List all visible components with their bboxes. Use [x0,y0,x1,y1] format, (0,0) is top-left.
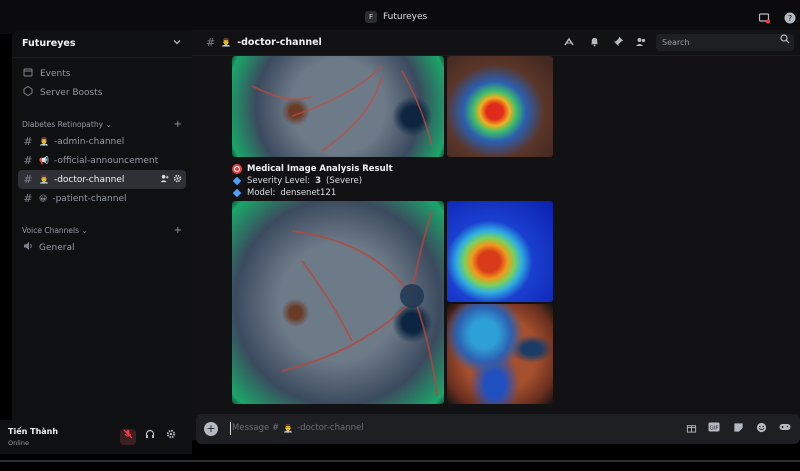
fundus-image[interactable] [232,56,444,157]
nav-item-server-boosts[interactable]: Server Boosts [12,83,192,102]
emoji-icon[interactable] [754,422,768,436]
user-name[interactable]: Tiến Thành [8,427,58,436]
doctor-emoji-icon: 👨‍⚕️ [221,38,232,47]
upload-plus-icon[interactable]: + [204,422,218,436]
heatmap-overlay-fundus-image[interactable] [447,304,553,404]
channel-doctor[interactable]: # 👨‍⚕️ -doctor-channel [18,170,186,189]
pin-icon[interactable] [611,36,625,50]
svg-text:GIF: GIF [709,426,718,432]
svg-text:?: ? [788,14,792,23]
mute-mic-icon[interactable] [120,429,136,445]
severity-label: Severity Level: [247,176,311,186]
model-label: Model: [247,188,276,198]
category-label: Diabetes Retinopathy ⌄ [22,119,112,129]
help-icon[interactable]: ? [784,12,796,24]
doctor-emoji-icon: 👨‍⚕️ [39,175,49,184]
server-name: Futureyes [22,38,76,49]
nav-item-events[interactable]: Events [12,64,192,83]
sticker-icon[interactable] [731,422,745,436]
heatmap-overlay-image[interactable] [447,56,553,157]
bottom-bar [0,454,800,471]
calendar-icon [22,67,34,80]
channel-label: -official-announcement [53,155,159,166]
target-icon [232,164,242,174]
title-bar: F Futureyes ? [0,0,800,34]
threads-icon[interactable] [562,36,576,50]
app-icon: F [365,11,377,23]
speaker-icon [22,241,34,254]
add-channel-icon[interactable]: + [174,225,182,236]
channel-official-announcement[interactable]: # 📢 -official-announcement [18,151,186,170]
severity-value: 3 [315,176,322,186]
channel-label: -patient-channel [52,193,127,204]
scroll-strip [0,460,800,462]
fundus-image-large[interactable] [232,201,444,404]
app-title-text: Futureyes [383,12,428,22]
channel-title: -doctor-channel [237,37,322,48]
text-channel-icon: # [23,135,33,148]
megaphone-emoji-icon: 📢 [39,156,49,165]
headphones-icon[interactable] [142,429,158,445]
doctor-emoji-icon: 👨‍⚕️ [283,423,294,433]
server-header[interactable]: Futureyes [12,30,192,58]
search-input[interactable]: Search [656,34,794,51]
nav-item-label: Server Boosts [40,87,103,98]
app-title: F Futureyes [365,11,427,23]
bell-icon[interactable] [587,36,601,50]
search-icon [780,34,790,51]
channel-voice-general[interactable]: General [18,238,186,257]
user-status: Online [8,439,29,447]
severity-text: (Severe) [326,176,363,186]
channel-label: General [39,242,75,253]
invite-members-icon[interactable] [160,174,169,185]
message-composer[interactable]: + Message # 👨‍⚕️ -doctor-channel GIF [196,414,800,444]
text-channel-icon: # [23,154,33,167]
model-value: densenet121 [280,188,337,198]
channel-label: -admin-channel [53,136,125,147]
nav-item-label: Events [40,68,71,79]
gear-icon[interactable] [173,174,182,185]
composer-placeholder-prefix: Message # [232,423,280,433]
gif-icon[interactable]: GIF [707,422,721,436]
model-line: Model: densenet121 [232,187,393,199]
message-content: Medical Image Analysis Result Severity L… [232,163,393,199]
grinning-emoji-icon: 😀 [39,194,48,203]
user-settings-gear-icon[interactable] [163,429,179,445]
main-chat-area: # 👨‍⚕️ -doctor-channel Search Medical Im… [192,30,800,440]
boost-icon [22,85,34,99]
gamepad-icon[interactable] [778,422,792,436]
text-channel-icon: # [23,173,33,186]
category-diabetes-retinopathy[interactable]: Diabetes Retinopathy ⌄ + [12,116,192,132]
member-list-icon[interactable] [634,36,648,50]
message-title: Medical Image Analysis Result [232,163,393,175]
composer-placeholder-channel: -doctor-channel [297,423,364,433]
gift-icon[interactable] [684,422,698,436]
add-channel-icon[interactable]: + [174,119,182,130]
channel-patient[interactable]: # 😀 -patient-channel [18,189,186,208]
channel-label: -doctor-channel [53,174,125,185]
channel-admin[interactable]: # 👨‍⚕️ -admin-channel [18,132,186,151]
channel-sidebar: Futureyes Events Server Boosts Diabetes … [12,30,192,440]
category-voice-channels[interactable]: Voice Channels ⌄ + [12,222,192,238]
heatmap-image[interactable] [447,201,553,302]
search-placeholder: Search [662,38,690,47]
message-title-text: Medical Image Analysis Result [247,164,393,174]
category-label: Voice Channels ⌄ [22,225,88,235]
text-channel-icon: # [23,192,33,205]
user-panel: Tiến Thành Online [0,420,192,454]
inbox-icon[interactable] [758,12,770,24]
doctor-emoji-icon: 👨‍⚕️ [39,137,49,146]
diamond-icon [232,188,242,198]
diamond-icon [232,176,242,186]
severity-line: Severity Level: 3 (Severe) [232,175,393,187]
message-input[interactable]: Message # 👨‍⚕️ -doctor-channel [232,423,364,433]
text-caret [230,422,231,435]
chevron-down-icon[interactable] [172,37,182,50]
text-channel-icon: # [206,36,216,49]
